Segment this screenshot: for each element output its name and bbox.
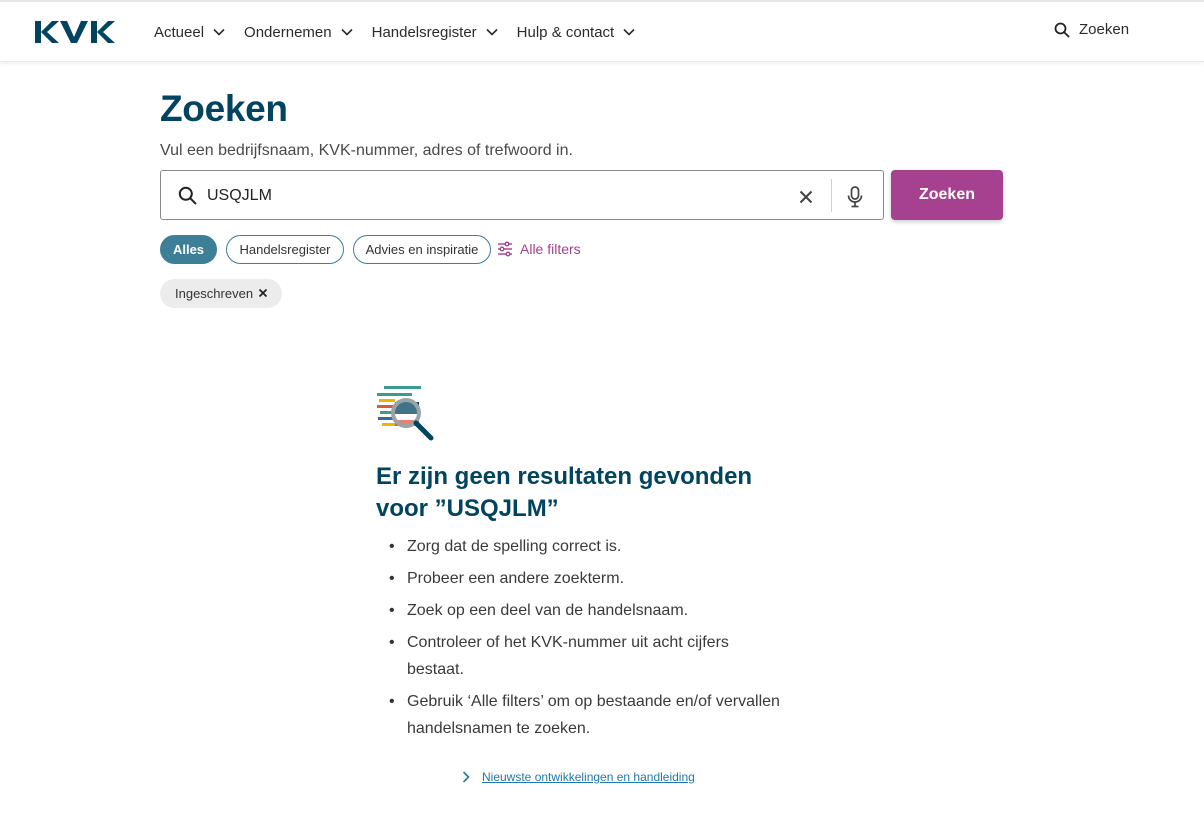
filter-chip-handelsregister[interactable]: Handelsregister [226,235,344,264]
chevron-down-icon [486,28,498,36]
filter-chip-alles[interactable]: Alles [160,235,217,264]
chevron-down-icon [341,28,353,36]
site-header: Actueel Ondernemen Handelsregister Hulp … [0,2,1204,62]
list-item: Probeer een andere zoekterm. [389,565,789,592]
main-nav: Actueel Ondernemen Handelsregister Hulp … [154,2,654,62]
close-icon[interactable] [799,190,813,209]
close-icon[interactable] [258,288,268,298]
list-item: Gebruik ‘Alle filters’ om op bestaande e… [389,688,789,742]
nav-item-ondernemen[interactable]: Ondernemen [244,24,353,41]
header-search-label: Zoeken [1079,21,1130,38]
document-search-icon [375,384,441,451]
filter-chip-advies-inspiratie[interactable]: Advies en inspiratie [353,235,491,264]
microphone-icon[interactable] [847,186,863,213]
nav-item-label: Hulp & contact [516,23,615,41]
active-filter-tag: Ingeschreven [160,279,282,308]
page-title: Zoeken [160,88,288,129]
search-tips-list: Zorg dat de spelling correct is. Probeer… [389,533,789,747]
kvk-logo-mark [35,21,115,43]
all-filters-button[interactable]: Alle filters [497,241,581,257]
developments-manual-link[interactable]: Nieuwste ontwikkelingen en handleiding [462,770,695,784]
search-box [160,170,884,220]
nav-item-label: Actueel [154,23,205,41]
sliders-icon [497,241,513,257]
search-icon [1054,22,1070,38]
nav-item-label: Handelsregister [371,23,477,41]
nav-item-label: Ondernemen [244,23,332,41]
chevron-down-icon [623,28,635,36]
header-search-button[interactable]: Zoeken [1054,21,1129,38]
search-submit-button[interactable]: Zoeken [891,170,1003,220]
nav-item-actueel[interactable]: Actueel [154,24,225,41]
nav-item-hulp-contact[interactable]: Hulp & contact [517,24,636,41]
active-filter-label: Ingeschreven [175,286,254,301]
list-item: Zorg dat de spelling correct is. [389,533,789,560]
developments-manual-link-label: Nieuwste ontwikkelingen en handleiding [482,770,695,784]
list-item: Zoek op een deel van de handelsnaam. [389,597,789,624]
search-intro: Vul een bedrijfsnaam, KVK-nummer, adres … [160,142,573,159]
search-divider [831,179,832,212]
no-results-title: Er zijn geen resultaten gevonden voor ”U… [376,463,753,522]
nav-item-handelsregister[interactable]: Handelsregister [372,24,498,41]
search-icon [178,186,197,210]
chevron-right-icon [462,771,470,783]
chevron-down-icon [213,28,225,36]
search-input[interactable] [207,183,767,209]
all-filters-label: Alle filters [520,241,581,257]
kvk-logo[interactable] [35,20,115,44]
list-item: Controleer of het KVK-nummer uit acht ci… [389,629,789,683]
